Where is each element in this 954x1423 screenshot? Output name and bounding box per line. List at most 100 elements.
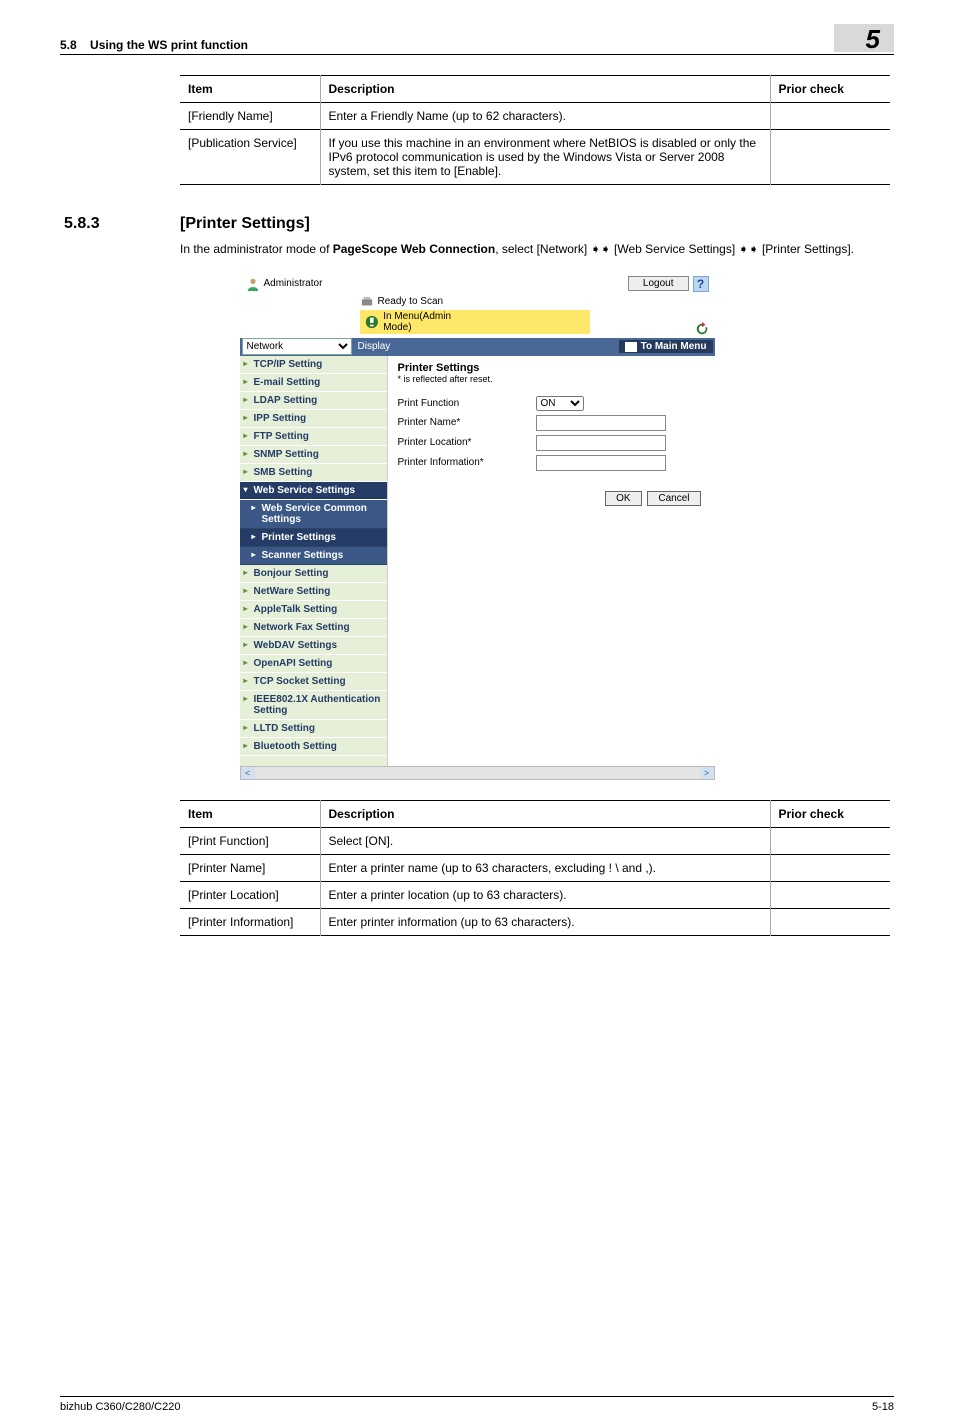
sidebar-item-bluetooth[interactable]: Bluetooth Setting <box>240 738 387 756</box>
table-printer-settings: Item Description Prior check [Print Func… <box>180 800 890 936</box>
sidebar-item-openapi[interactable]: OpenAPI Setting <box>240 655 387 673</box>
content-pane: Printer Settings * is reflected after re… <box>387 356 715 766</box>
sidebar-item-webdav[interactable]: WebDAV Settings <box>240 637 387 655</box>
administrator-label: Administrator <box>264 278 323 289</box>
runhead-section: 5.8 <box>60 38 77 52</box>
page-footer: bizhub C360/C280/C220 5-18 <box>60 1396 894 1413</box>
cell-prior <box>770 881 890 908</box>
th-item: Item <box>180 800 320 827</box>
content-note: * is reflected after reset. <box>398 374 705 384</box>
sidebar-item-netware[interactable]: NetWare Setting <box>240 583 387 601</box>
cell-desc: Enter a printer name (up to 63 character… <box>320 854 770 881</box>
to-main-label: To Main Menu <box>641 341 707 352</box>
sidebar-item-lltd[interactable]: LLTD Setting <box>240 720 387 738</box>
cell-prior <box>770 908 890 935</box>
body-paragraph: In the administrator mode of PageScope W… <box>180 241 890 258</box>
sidebar-item-smb[interactable]: SMB Setting <box>240 464 387 482</box>
section-title: [Printer Settings] <box>180 215 310 233</box>
label-printer-info: Printer Information* <box>398 457 528 468</box>
help-button[interactable]: ? <box>693 276 709 292</box>
logout-button[interactable]: Logout <box>628 276 689 291</box>
shot-header: Administrator Logout ? <box>240 272 715 296</box>
cell-prior <box>770 130 890 185</box>
sidebar: TCP/IP Setting E-mail Setting LDAP Setti… <box>240 356 387 766</box>
runhead-left: 5.8 Using the WS print function <box>60 38 248 52</box>
refresh-icon[interactable] <box>695 322 709 336</box>
th-prior: Prior check <box>770 76 890 103</box>
cell-desc: Enter a printer location (up to 63 chara… <box>320 881 770 908</box>
label-printer-name: Printer Name* <box>398 417 528 428</box>
sidebar-item-tcpsocket[interactable]: TCP Socket Setting <box>240 673 387 691</box>
admin-mode-icon <box>364 314 380 330</box>
th-desc: Description <box>320 800 770 827</box>
footer-right: 5-18 <box>872 1401 894 1413</box>
printer-icon <box>360 296 374 308</box>
footer-left: bizhub C360/C280/C220 <box>60 1401 180 1413</box>
sidebar-item-netfax[interactable]: Network Fax Setting <box>240 619 387 637</box>
table-row: [Printer Location] Enter a printer locat… <box>180 881 890 908</box>
table-row: [Publication Service] If you use this ma… <box>180 130 890 185</box>
scroll-right-icon[interactable]: > <box>700 767 714 779</box>
user-icon <box>246 277 260 291</box>
cell-item: [Friendly Name] <box>180 103 320 130</box>
table-row: [Printer Name] Enter a printer name (up … <box>180 854 890 881</box>
ready-status: Ready to Scan <box>378 296 444 307</box>
sidebar-item-webservice[interactable]: Web Service Settings <box>240 482 387 500</box>
cell-desc: Enter a Friendly Name (up to 62 characte… <box>320 103 770 130</box>
sidebar-item-bonjour[interactable]: Bonjour Setting <box>240 565 387 583</box>
input-printer-name[interactable] <box>536 415 666 431</box>
cell-item: [Printer Information] <box>180 908 320 935</box>
cancel-button[interactable]: Cancel <box>647 491 700 506</box>
runhead-title: Using the WS print function <box>90 38 248 52</box>
cell-item: [Print Function] <box>180 827 320 854</box>
cell-item: [Printer Name] <box>180 854 320 881</box>
horizontal-scrollbar[interactable]: < > <box>240 766 715 780</box>
sidebar-sub-ws-common[interactable]: Web Service Common Settings <box>240 500 387 529</box>
table-row: [Friendly Name] Enter a Friendly Name (u… <box>180 103 890 130</box>
cell-item: [Printer Location] <box>180 881 320 908</box>
scroll-left-icon[interactable]: < <box>241 767 255 779</box>
input-printer-location[interactable] <box>536 435 666 451</box>
category-select[interactable]: Network <box>242 338 352 355</box>
sidebar-sub-ws-printer[interactable]: Printer Settings <box>240 529 387 547</box>
admin-mode-label: In Menu(Admin Mode) <box>383 311 469 333</box>
shot-navbar: Network Display To Main Menu <box>240 338 715 356</box>
section-heading: 5.8.3 [Printer Settings] <box>60 215 894 233</box>
sidebar-item-ipp[interactable]: IPP Setting <box>240 410 387 428</box>
th-desc: Description <box>320 76 770 103</box>
chapter-badge: 5 <box>834 24 894 52</box>
cell-desc: Select [ON]. <box>320 827 770 854</box>
th-item: Item <box>180 76 320 103</box>
label-printer-location: Printer Location* <box>398 437 528 448</box>
sidebar-item-email[interactable]: E-mail Setting <box>240 374 387 392</box>
select-print-function[interactable]: ON <box>536 396 584 411</box>
sidebar-item-appletalk[interactable]: AppleTalk Setting <box>240 601 387 619</box>
sidebar-item-ldap[interactable]: LDAP Setting <box>240 392 387 410</box>
running-head: 5.8 Using the WS print function 5 <box>60 24 894 55</box>
to-main-menu-button[interactable]: To Main Menu <box>619 340 713 353</box>
cell-prior <box>770 854 890 881</box>
section-number: 5.8.3 <box>60 215 180 233</box>
ok-button[interactable]: OK <box>605 491 641 506</box>
body-pre: In the administrator mode of <box>180 242 333 256</box>
sidebar-item-snmp[interactable]: SNMP Setting <box>240 446 387 464</box>
body-post: , select [Network] ➧➧ [Web Service Setti… <box>495 242 854 256</box>
sidebar-item-ftp[interactable]: FTP Setting <box>240 428 387 446</box>
content-title: Printer Settings <box>398 362 705 374</box>
sidebar-sub-ws-scanner[interactable]: Scanner Settings <box>240 547 387 565</box>
table-friendly-name: Item Description Prior check [Friendly N… <box>180 75 890 185</box>
sidebar-item-ieee[interactable]: IEEE802.1X Authentication Setting <box>240 691 387 720</box>
cell-item: [Publication Service] <box>180 130 320 185</box>
display-label: Display <box>352 341 391 352</box>
cell-desc: If you use this machine in an environmen… <box>320 130 770 185</box>
sidebar-item-tcpip[interactable]: TCP/IP Setting <box>240 356 387 374</box>
th-prior: Prior check <box>770 800 890 827</box>
table-row: [Printer Information] Enter printer info… <box>180 908 890 935</box>
embedded-screenshot: Administrator Logout ? Ready to Scan In … <box>240 272 715 780</box>
cell-prior <box>770 103 890 130</box>
cell-desc: Enter printer information (up to 63 char… <box>320 908 770 935</box>
table-row: [Print Function] Select [ON]. <box>180 827 890 854</box>
input-printer-info[interactable] <box>536 455 666 471</box>
home-icon <box>625 342 637 352</box>
cell-prior <box>770 827 890 854</box>
